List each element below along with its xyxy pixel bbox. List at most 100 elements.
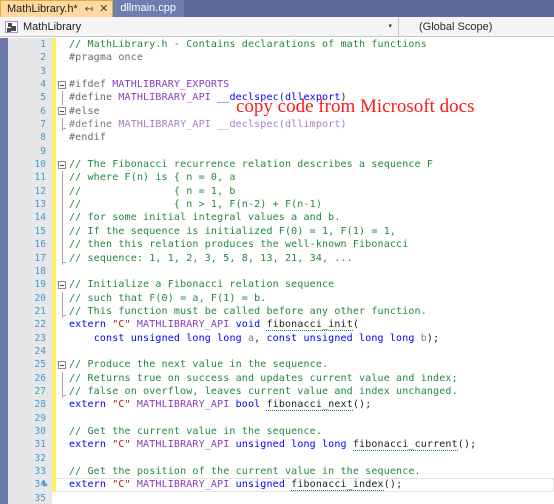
code-line[interactable]: // Returns true on success and updates c… bbox=[52, 371, 554, 385]
collapse-outline-icon[interactable] bbox=[58, 80, 66, 89]
code-line[interactable]: // such that F(0) = a, F(1) = b. bbox=[52, 291, 554, 305]
line-number: 16 bbox=[34, 239, 46, 251]
code-line[interactable]: // This function must be called before a… bbox=[52, 304, 554, 319]
scope-dropdown-left[interactable]: MathLibrary ▾ bbox=[0, 16, 399, 37]
close-icon[interactable]: ✕ bbox=[99, 1, 108, 18]
code-line[interactable]: extern "C" MATHLIBRARY_API unsigned long… bbox=[52, 438, 554, 452]
chevron-down-icon[interactable]: ▾ bbox=[388, 17, 392, 37]
line-number-gutter: 1 2 3 4 5 6 7 8 9 10 11 12 13 14 15 16 17 18 19 20 21 22 23 24 2… bbox=[8, 38, 52, 504]
line-number: 4 bbox=[40, 79, 46, 91]
code-line[interactable]: // MathLibrary.h - Contains declarations… bbox=[52, 38, 554, 52]
outline-guide-line bbox=[61, 91, 63, 105]
gutter-row: 9 bbox=[8, 145, 52, 158]
scope-right-label: (Global Scope) bbox=[419, 20, 493, 33]
line-number: 31 bbox=[34, 439, 46, 451]
outline-guide-line bbox=[61, 304, 66, 319]
line-number: 24 bbox=[34, 345, 46, 357]
line-number: 2 bbox=[40, 52, 46, 64]
code-line[interactable] bbox=[52, 264, 554, 279]
code-line[interactable]: // where F(n) is { n = 0, a bbox=[52, 171, 554, 185]
code-line[interactable]: #ifdef MATHLIBRARY_EXPORTS bbox=[52, 78, 554, 92]
tab-mathlibrary-h[interactable]: MathLibrary.h* ↤ ✕ bbox=[0, 0, 114, 18]
code-line[interactable]: #define MATHLIBRARY_API __declspec(dllim… bbox=[52, 118, 554, 132]
code-line-text: extern "C" MATHLIBRARY_API void fibonacc… bbox=[69, 319, 360, 332]
code-line[interactable]: // If the sequence is initialized F(0) =… bbox=[52, 224, 554, 239]
line-number: 35 bbox=[34, 492, 46, 504]
collapse-outline-icon[interactable] bbox=[58, 360, 66, 369]
code-line-text: // MathLibrary.h - Contains declarations… bbox=[69, 39, 427, 50]
change-bar bbox=[52, 278, 56, 292]
gutter-row: 30 bbox=[8, 425, 52, 438]
tab-dllmain-cpp[interactable]: dllmain.cpp bbox=[113, 0, 184, 17]
code-line[interactable] bbox=[52, 411, 554, 425]
gutter-row: 11 bbox=[8, 171, 52, 184]
line-number: 15 bbox=[34, 225, 46, 237]
visual-studio-editor-window: MathLibrary.h* ↤ ✕ dllmain.cpp MathLibra… bbox=[0, 0, 554, 504]
code-line[interactable]: // then this relation produces the well-… bbox=[52, 238, 554, 252]
code-line-text: // Produce the next value in the sequenc… bbox=[69, 359, 329, 371]
code-line[interactable]: // { n = 1, b bbox=[52, 184, 554, 199]
outline-guide-line bbox=[61, 291, 63, 305]
code-line[interactable] bbox=[52, 144, 554, 159]
gutter-row: 27 bbox=[8, 385, 52, 398]
code-line[interactable]: #pragma once bbox=[52, 51, 554, 65]
gutter-row: 2 bbox=[8, 51, 52, 64]
change-bar bbox=[52, 184, 56, 199]
code-line-text: // If the sequence is initialized F(0) =… bbox=[69, 225, 397, 237]
code-line[interactable]: // Get the position of the current value… bbox=[52, 465, 554, 479]
code-line-text: // The Fibonacci recurrence relation des… bbox=[69, 159, 434, 171]
change-bar bbox=[52, 291, 56, 305]
code-line[interactable] bbox=[52, 64, 554, 79]
code-line-text: extern "C" MATHLIBRARY_API unsigned long… bbox=[69, 439, 477, 452]
line-number: 5 bbox=[40, 92, 46, 104]
gutter-row: 35 bbox=[8, 492, 52, 504]
change-bar bbox=[52, 371, 56, 385]
code-line-text: #pragma once bbox=[69, 52, 144, 64]
code-line[interactable]: extern "C" MATHLIBRARY_API bool fibonacc… bbox=[52, 398, 554, 412]
code-line[interactable]: extern "C" MATHLIBRARY_API void fibonacc… bbox=[52, 318, 554, 332]
code-line[interactable] bbox=[52, 344, 554, 359]
line-number: 33 bbox=[34, 466, 46, 477]
code-line[interactable]: #endif bbox=[52, 131, 554, 145]
collapse-outline-icon[interactable] bbox=[58, 107, 66, 116]
scope-dropdown-right[interactable]: (Global Scope) bbox=[399, 17, 554, 37]
code-editor-surface[interactable]: 1 2 3 4 5 6 7 8 9 10 11 12 13 14 15 16 17 18 19 20 21 22 23 24 2… bbox=[0, 38, 554, 504]
line-number: 21 bbox=[34, 305, 46, 317]
gutter-row: 25 bbox=[8, 358, 52, 371]
code-line-text: extern "C" MATHLIBRARY_API unsigned fibo… bbox=[69, 479, 403, 492]
change-bar bbox=[52, 304, 56, 319]
code-line[interactable]: extern "C" MATHLIBRARY_API unsigned fibo… bbox=[52, 478, 554, 492]
line-number: 6 bbox=[40, 105, 46, 117]
gutter-row: 29 bbox=[8, 412, 52, 425]
code-line[interactable]: // for some initial integral values a an… bbox=[52, 211, 554, 225]
collapse-outline-icon[interactable] bbox=[58, 160, 66, 169]
code-line[interactable] bbox=[52, 451, 554, 465]
change-bar bbox=[52, 238, 56, 252]
gutter-row: 16 bbox=[8, 238, 52, 251]
gutter-row: 12 bbox=[8, 185, 52, 198]
change-bar bbox=[52, 438, 56, 452]
line-number: 13 bbox=[34, 199, 46, 211]
collapse-outline-icon[interactable] bbox=[58, 280, 66, 289]
change-bar bbox=[52, 451, 56, 465]
pin-icon[interactable]: ↤ bbox=[85, 1, 93, 18]
code-line[interactable]: // Produce the next value in the sequenc… bbox=[52, 358, 554, 372]
line-number: 7 bbox=[40, 119, 46, 131]
code-line-text: #define MATHLIBRARY_API __declspec(dllim… bbox=[69, 119, 347, 131]
code-line[interactable]: // Initialize a Fibonacci relation seque… bbox=[52, 278, 554, 292]
code-line[interactable] bbox=[52, 492, 554, 504]
code-line[interactable]: // The Fibonacci recurrence relation des… bbox=[52, 158, 554, 172]
code-line-text: #endif bbox=[69, 132, 107, 144]
code-line[interactable]: const unsigned long long a, const unsign… bbox=[52, 331, 554, 345]
gutter-row: 28 bbox=[8, 398, 52, 411]
change-bar bbox=[52, 51, 56, 65]
change-bar bbox=[52, 158, 56, 172]
code-line[interactable]: // { n > 1, F(n-2) + F(n-1) bbox=[52, 198, 554, 212]
code-line[interactable]: // false on overflow, leaves current val… bbox=[52, 384, 554, 399]
code-line[interactable]: // Get the current value in the sequence… bbox=[52, 424, 554, 439]
line-number: 10 bbox=[34, 159, 46, 171]
code-line-text: // Initialize a Fibonacci relation seque… bbox=[69, 279, 335, 291]
line-number: 8 bbox=[40, 132, 46, 144]
code-line[interactable]: // sequence: 1, 1, 2, 3, 5, 8, 13, 21, 3… bbox=[52, 251, 554, 265]
gutter-row: 31 bbox=[8, 438, 52, 451]
